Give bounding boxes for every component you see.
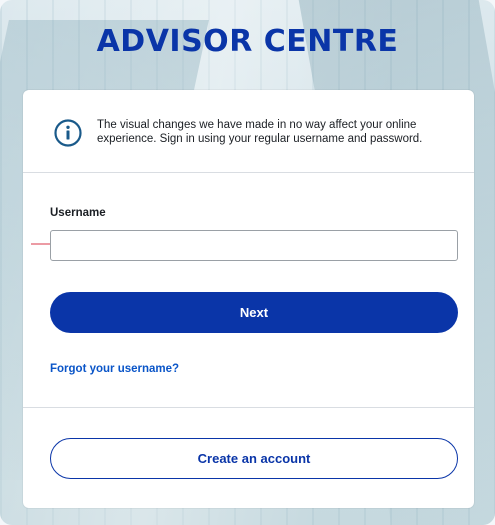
username-label: Username — [50, 207, 106, 219]
notice-banner: The visual changes we have made in no wa… — [23, 90, 474, 173]
forgot-username-link[interactable]: Forgot your username? — [50, 363, 179, 375]
login-card: The visual changes we have made in no wa… — [23, 90, 474, 508]
brand-title: ADVISOR CENTRE — [96, 24, 399, 59]
info-icon — [53, 118, 83, 148]
notice-text: The visual changes we have made in no wa… — [97, 119, 423, 145]
username-input[interactable] — [50, 230, 458, 261]
next-button[interactable]: Next — [50, 292, 458, 333]
create-account-button[interactable]: Create an account — [50, 438, 458, 479]
divider — [23, 407, 474, 408]
